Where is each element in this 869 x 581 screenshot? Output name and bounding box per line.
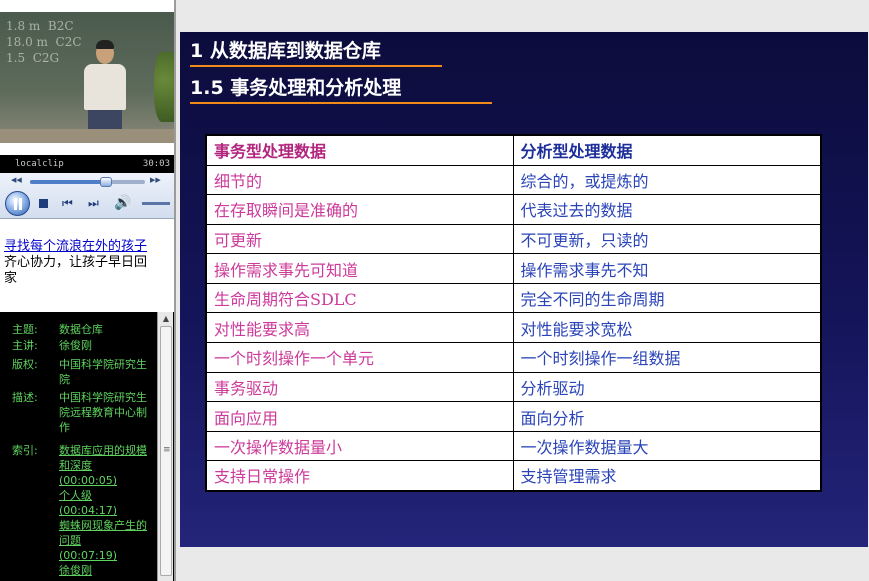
- desk-image: [0, 129, 174, 143]
- info-row: 主题: 数据仓库: [0, 322, 156, 337]
- header-transaction: 事务型处理数据: [205, 134, 514, 166]
- promo-link[interactable]: 寻找每个流浪在外的孩子: [4, 239, 154, 255]
- slide-heading-1: 1 从数据库到数据仓库: [190, 37, 442, 67]
- table-header-row: 事务型处理数据 分析型处理数据: [205, 134, 822, 166]
- transaction-cell: 可更新: [205, 223, 514, 255]
- scroll-thumb[interactable]: ≡: [160, 326, 172, 576]
- left-panel: 1.8 m B2C 18.0 m C2C 1.5 C2G localclip 3…: [0, 0, 174, 581]
- clip-name: localclip: [15, 159, 64, 169]
- transaction-cell: 在存取瞬间是准确的: [205, 194, 514, 225]
- analysis-cell: 一次操作数据量大: [512, 430, 822, 462]
- slide-frame: 1 从数据库到数据仓库 1.5 事务处理和分析处理 事务型处理数据 分析型处理数…: [174, 0, 869, 581]
- course-info-panel: 主题: 数据仓库 主讲: 徐俊刚 版权: 中国科学院研究生院 描述: 中国科学院研究生院远程教…: [0, 312, 174, 581]
- index-link[interactable]: 数据库应用的规模和深度 (00:00:05): [59, 443, 149, 488]
- index-list: 数据库应用的规模和深度 (00:00:05) 个人级 (00:04:17) 蜘蛛网现象产…: [59, 443, 149, 578]
- chalkboard-writing: 1.8 m B2C 18.0 m C2C 1.5 C2G: [6, 19, 82, 65]
- analysis-cell: 面向分析: [512, 401, 822, 432]
- analysis-cell: 代表过去的数据: [512, 194, 822, 225]
- analysis-cell: 综合的，或提炼的: [512, 164, 822, 196]
- info-row: 描述: 中国科学院研究生院远程教育中心制作: [0, 390, 156, 435]
- transaction-cell: 事务驱动: [205, 371, 514, 403]
- table-row: 操作需求事先可知道 操作需求事先不知: [205, 253, 822, 284]
- index-title: 徐俊刚: [59, 564, 92, 577]
- info-label: 版权:: [12, 358, 38, 371]
- promo-block: 寻找每个流浪在外的孩子 齐心协力，让孩子早日回家: [4, 239, 154, 287]
- clip-info-bar: localclip 30:03: [0, 155, 174, 173]
- promo-text: 齐心协力，让孩子早日回家: [4, 255, 148, 286]
- index-label: 索引:: [12, 444, 38, 457]
- index-link[interactable]: 个人级 (00:04:17): [59, 488, 149, 518]
- comparison-table: 事务型处理数据 分析型处理数据 细节的 综合的，或提炼的 在存取瞬间是准确的 代表过去…: [205, 134, 822, 492]
- analysis-cell: 支持管理需求: [512, 460, 822, 492]
- transaction-cell: 生命周期符合SDLC: [205, 282, 514, 314]
- seek-progress: [30, 180, 106, 184]
- rewind-icon[interactable]: ◀◀: [11, 176, 22, 184]
- seek-thumb[interactable]: [99, 177, 112, 187]
- index-time: (00:04:17): [59, 504, 117, 517]
- transaction-cell: 面向应用: [205, 401, 514, 432]
- plant-image: [154, 52, 174, 122]
- stop-icon[interactable]: [39, 199, 48, 208]
- table-row: 对性能要求高 对性能要求宽松: [205, 312, 822, 344]
- info-row: 主讲: 徐俊刚: [0, 338, 156, 353]
- pause-button[interactable]: [5, 191, 30, 216]
- analysis-cell: 分析驱动: [512, 371, 822, 403]
- scroll-up-icon[interactable]: ▲: [161, 314, 171, 324]
- header-analysis: 分析型处理数据: [512, 134, 822, 166]
- index-link[interactable]: 蜘蛛网现象产生的问题 (00:07:19): [59, 518, 149, 563]
- analysis-cell: 一个时刻操作一组数据: [512, 342, 822, 373]
- slide: 1 从数据库到数据仓库 1.5 事务处理和分析处理 事务型处理数据 分析型处理数…: [180, 32, 868, 547]
- table-row: 事务驱动 分析驱动: [205, 371, 822, 403]
- analysis-cell: 对性能要求宽松: [512, 312, 822, 344]
- info-row: 版权: 中国科学院研究生院: [0, 357, 156, 387]
- transaction-cell: 细节的: [205, 164, 514, 196]
- table-row: 面向应用 面向分析: [205, 401, 822, 432]
- lecturer-image: [80, 40, 130, 143]
- info-label: 主题:: [12, 323, 38, 336]
- clip-time: 30:03: [142, 159, 170, 169]
- index-title: 个人级: [59, 489, 92, 502]
- index-link[interactable]: 徐俊刚: [59, 563, 149, 578]
- table-row: 一个时刻操作一个单元 一个时刻操作一组数据: [205, 342, 822, 373]
- comparison-table-body: 细节的 综合的，或提炼的 在存取瞬间是准确的 代表过去的数据 可更新 不可更新，只读的 操作…: [205, 164, 822, 492]
- video-frame[interactable]: 1.8 m B2C 18.0 m C2C 1.5 C2G: [0, 12, 174, 143]
- info-label: 描述:: [12, 391, 38, 404]
- analysis-cell: 完全不同的生命周期: [512, 282, 822, 314]
- table-row: 细节的 综合的，或提炼的: [205, 164, 822, 196]
- info-value: 中国科学院研究生院: [59, 358, 147, 386]
- media-player-controls: ◀◀ ▶▶ ⏮ ⏭ 🔊: [0, 173, 174, 219]
- table-row: 生命周期符合SDLC 完全不同的生命周期: [205, 282, 822, 314]
- index-title: 蜘蛛网现象产生的问题: [59, 519, 147, 547]
- index-title: 数据库应用的规模和深度: [59, 444, 147, 472]
- analysis-cell: 不可更新，只读的: [512, 223, 822, 255]
- previous-track-icon[interactable]: ⏮: [62, 195, 73, 211]
- transaction-cell: 支持日常操作: [205, 460, 514, 492]
- info-value: 数据仓库: [59, 323, 103, 336]
- index-time: (00:07:19): [59, 549, 117, 562]
- transaction-cell: 对性能要求高: [205, 312, 514, 344]
- seek-bar[interactable]: [30, 177, 145, 187]
- analysis-cell: 操作需求事先不知: [512, 253, 822, 284]
- fast-forward-icon[interactable]: ▶▶: [150, 176, 161, 184]
- info-value: 中国科学院研究生院远程教育中心制作: [59, 391, 147, 434]
- table-row: 支持日常操作 支持管理需求: [205, 460, 822, 492]
- pause-icon: [14, 198, 22, 210]
- transaction-cell: 一个时刻操作一个单元: [205, 342, 514, 373]
- speaker-icon[interactable]: 🔊: [114, 194, 131, 212]
- next-track-icon[interactable]: ⏭: [88, 195, 99, 211]
- transaction-cell: 操作需求事先可知道: [205, 253, 514, 284]
- index-time: (00:00:05): [59, 474, 117, 487]
- transaction-cell: 一次操作数据量小: [205, 430, 514, 462]
- table-row: 可更新 不可更新，只读的: [205, 223, 822, 255]
- table-row: 在存取瞬间是准确的 代表过去的数据: [205, 194, 822, 225]
- slide-heading-2: 1.5 事务处理和分析处理: [190, 74, 492, 104]
- table-row: 一次操作数据量小 一次操作数据量大: [205, 430, 822, 462]
- info-value: 徐俊刚: [59, 339, 92, 352]
- grip-icon: ≡: [163, 445, 171, 455]
- info-label: 主讲:: [12, 339, 38, 352]
- info-scrollbar[interactable]: ▲ ≡: [157, 312, 173, 581]
- volume-slider[interactable]: [142, 202, 170, 205]
